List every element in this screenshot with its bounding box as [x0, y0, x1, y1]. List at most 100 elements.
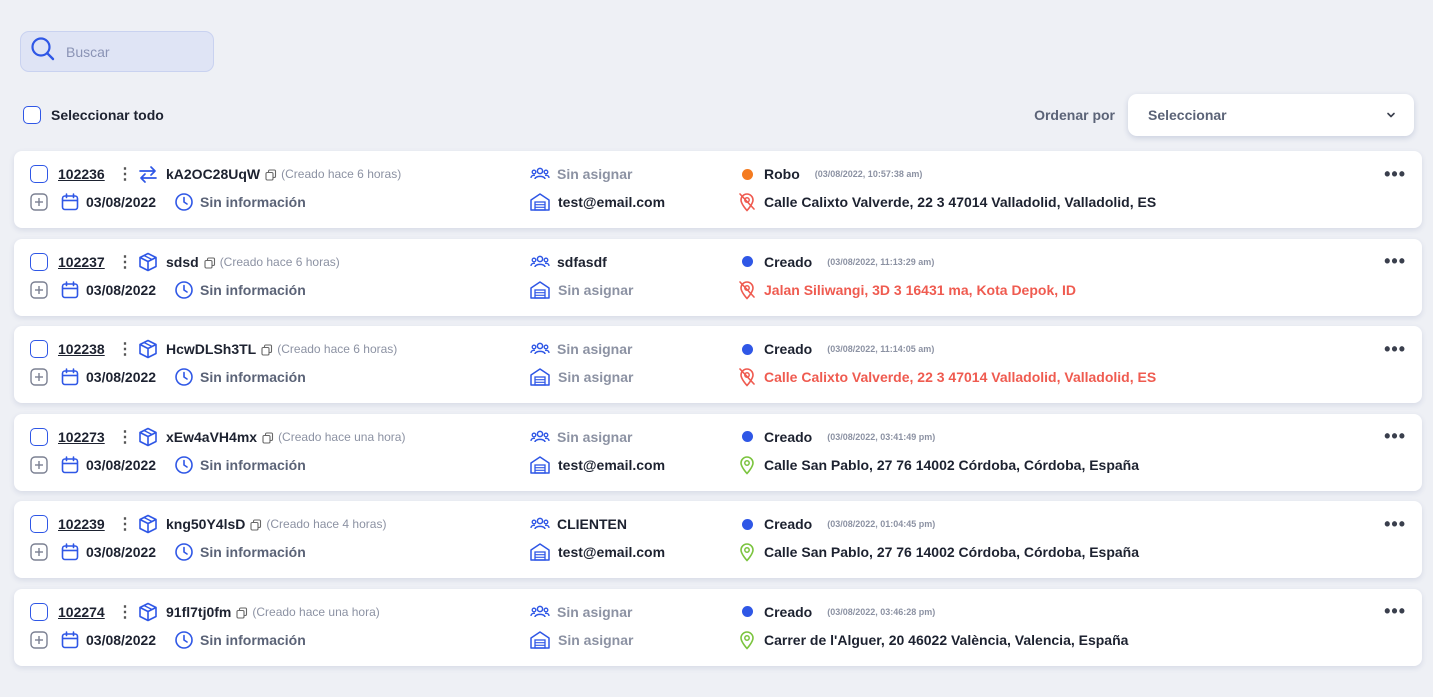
time-info: Sin información: [200, 281, 306, 298]
created-ago: (Creado hace una hora): [252, 604, 380, 619]
search-box[interactable]: [20, 31, 214, 72]
box-icon: [137, 251, 159, 273]
order-row[interactable]: 102236 ⋮ kA2OC28UqW (Creado hace 6 horas…: [14, 151, 1422, 228]
more-options-icon[interactable]: •••: [1384, 514, 1406, 535]
created-ago: (Creado hace 6 horas): [281, 167, 402, 181]
copy-icon[interactable]: [204, 256, 216, 269]
row-kebab-icon[interactable]: ⋮: [117, 164, 133, 184]
row-checkbox[interactable]: [30, 252, 48, 271]
more-options-icon[interactable]: •••: [1384, 339, 1406, 360]
status-timestamp: (03/08/2022, 11:13:29 am): [827, 256, 935, 267]
copy-icon[interactable]: [236, 606, 248, 619]
status-timestamp: (03/08/2022, 11:14:05 am): [827, 344, 935, 354]
select-all[interactable]: Seleccionar todo: [23, 106, 164, 124]
delivery-address: Calle Calixto Valverde, 22 3 47014 Valla…: [764, 369, 1157, 385]
created-ago: (Creado hace 4 horas): [266, 517, 387, 531]
contact-email: test@email.com: [558, 544, 666, 560]
status-group: Creado (03/08/2022, 11:14:05 am): [764, 341, 934, 357]
row-checkbox[interactable]: [30, 515, 48, 533]
assignee: sdfasdf: [557, 253, 607, 270]
assignee: Sin asignar: [557, 428, 633, 445]
expand-plus-icon[interactable]: [30, 455, 48, 474]
copy-icon[interactable]: [250, 518, 262, 531]
sort-dropdown-value: Seleccionar: [1148, 107, 1227, 123]
time-info: Sin información: [200, 194, 306, 210]
delivery-address: Calle Calixto Valverde, 22 3 47014 Valla…: [764, 194, 1157, 210]
order-id-link[interactable]: 102273: [58, 429, 105, 445]
location-off-icon: [738, 367, 756, 387]
status-dot: [742, 256, 753, 267]
order-row[interactable]: 102274 ⋮ 91fl7tj0fm (Creado hace una hor…: [14, 588, 1422, 666]
delivery-address: Jalan Siliwangi, 3D 3 16431 ma, Kota Dep…: [764, 281, 1077, 298]
clock-icon: [174, 455, 194, 475]
sort-control: Ordenar por Seleccionar: [1034, 94, 1414, 136]
warehouse-icon: [529, 366, 551, 388]
copy-icon[interactable]: [265, 168, 277, 181]
users-icon: [529, 601, 551, 623]
row-kebab-icon[interactable]: ⋮: [117, 339, 133, 359]
box-icon: [137, 426, 159, 448]
assignee: Sin asignar: [557, 341, 633, 357]
created-ago: (Creado hace 6 horas): [277, 342, 398, 356]
order-id-link[interactable]: 102239: [58, 516, 105, 532]
warehouse-icon: [529, 454, 551, 476]
clock-icon: [174, 367, 194, 387]
expand-plus-icon[interactable]: [30, 630, 48, 649]
contact-email: Sin asignar: [558, 631, 634, 648]
created-ago: (Creado hace 6 horas): [219, 254, 340, 269]
location-off-icon: [738, 280, 756, 300]
row-checkbox[interactable]: [30, 340, 48, 358]
transfer-icon: [137, 163, 159, 185]
users-icon: [529, 163, 551, 185]
more-options-icon[interactable]: •••: [1384, 251, 1406, 272]
order-row[interactable]: 102239 ⋮ kng50Y4lsD (Creado hace 4 horas…: [14, 501, 1422, 578]
status-group: Robo (03/08/2022, 10:57:38 am): [764, 166, 922, 182]
row-checkbox[interactable]: [30, 602, 48, 621]
order-id-link[interactable]: 102237: [58, 254, 105, 270]
row-checkbox[interactable]: [30, 165, 48, 183]
expand-plus-icon[interactable]: [30, 280, 48, 299]
row-checkbox[interactable]: [30, 427, 48, 446]
order-id-link[interactable]: 102236: [58, 166, 105, 182]
warehouse-icon: [529, 191, 551, 213]
order-date: 03/08/2022: [86, 369, 157, 385]
copy-icon[interactable]: [261, 343, 273, 356]
expand-plus-icon[interactable]: [30, 193, 48, 211]
expand-plus-icon[interactable]: [30, 543, 48, 561]
order-row[interactable]: 102238 ⋮ HcwDLSh3TL (Creado hace 6 horas…: [14, 326, 1422, 403]
delivery-address: Carrer de l'Alguer, 20 46022 València, V…: [764, 631, 1129, 648]
expand-plus-icon[interactable]: [30, 368, 48, 386]
status-label: Creado: [764, 603, 813, 620]
sort-dropdown[interactable]: Seleccionar: [1128, 94, 1414, 136]
select-all-checkbox[interactable]: [23, 106, 41, 124]
row-kebab-icon[interactable]: ⋮: [117, 602, 133, 622]
order-id-link[interactable]: 102274: [58, 604, 105, 620]
order-date: 03/08/2022: [86, 544, 157, 560]
calendar-icon: [60, 367, 80, 387]
order-row[interactable]: 102237 ⋮ sdsd (Creado hace 6 horas) sdfa…: [14, 238, 1422, 316]
status-group: Creado (03/08/2022, 01:04:45 pm): [764, 516, 935, 532]
row-kebab-icon[interactable]: ⋮: [117, 252, 133, 272]
calendar-icon: [60, 280, 80, 300]
status-label: Robo: [764, 166, 800, 182]
time-info: Sin información: [200, 456, 306, 473]
more-options-icon[interactable]: •••: [1384, 164, 1406, 185]
order-id-link[interactable]: 102238: [58, 341, 105, 357]
more-options-icon[interactable]: •••: [1384, 601, 1406, 622]
status-dot: [742, 168, 753, 180]
order-row[interactable]: 102273 ⋮ xEw4aVH4mx (Creado hace una hor…: [14, 413, 1422, 491]
status-dot: [742, 431, 753, 442]
users-icon: [529, 513, 551, 535]
time-info: Sin información: [200, 544, 306, 560]
search-input[interactable]: [66, 43, 196, 60]
copy-icon[interactable]: [262, 431, 274, 444]
box-icon: [137, 513, 159, 535]
created-ago: (Creado hace una hora): [278, 429, 406, 444]
row-kebab-icon[interactable]: ⋮: [117, 514, 133, 534]
clock-icon: [174, 192, 194, 212]
time-info: Sin información: [200, 631, 306, 648]
row-kebab-icon[interactable]: ⋮: [117, 427, 133, 447]
more-options-icon[interactable]: •••: [1384, 426, 1406, 447]
order-code: 91fl7tj0fm: [166, 603, 232, 620]
status-group: Creado (03/08/2022, 03:46:28 pm): [764, 604, 935, 620]
